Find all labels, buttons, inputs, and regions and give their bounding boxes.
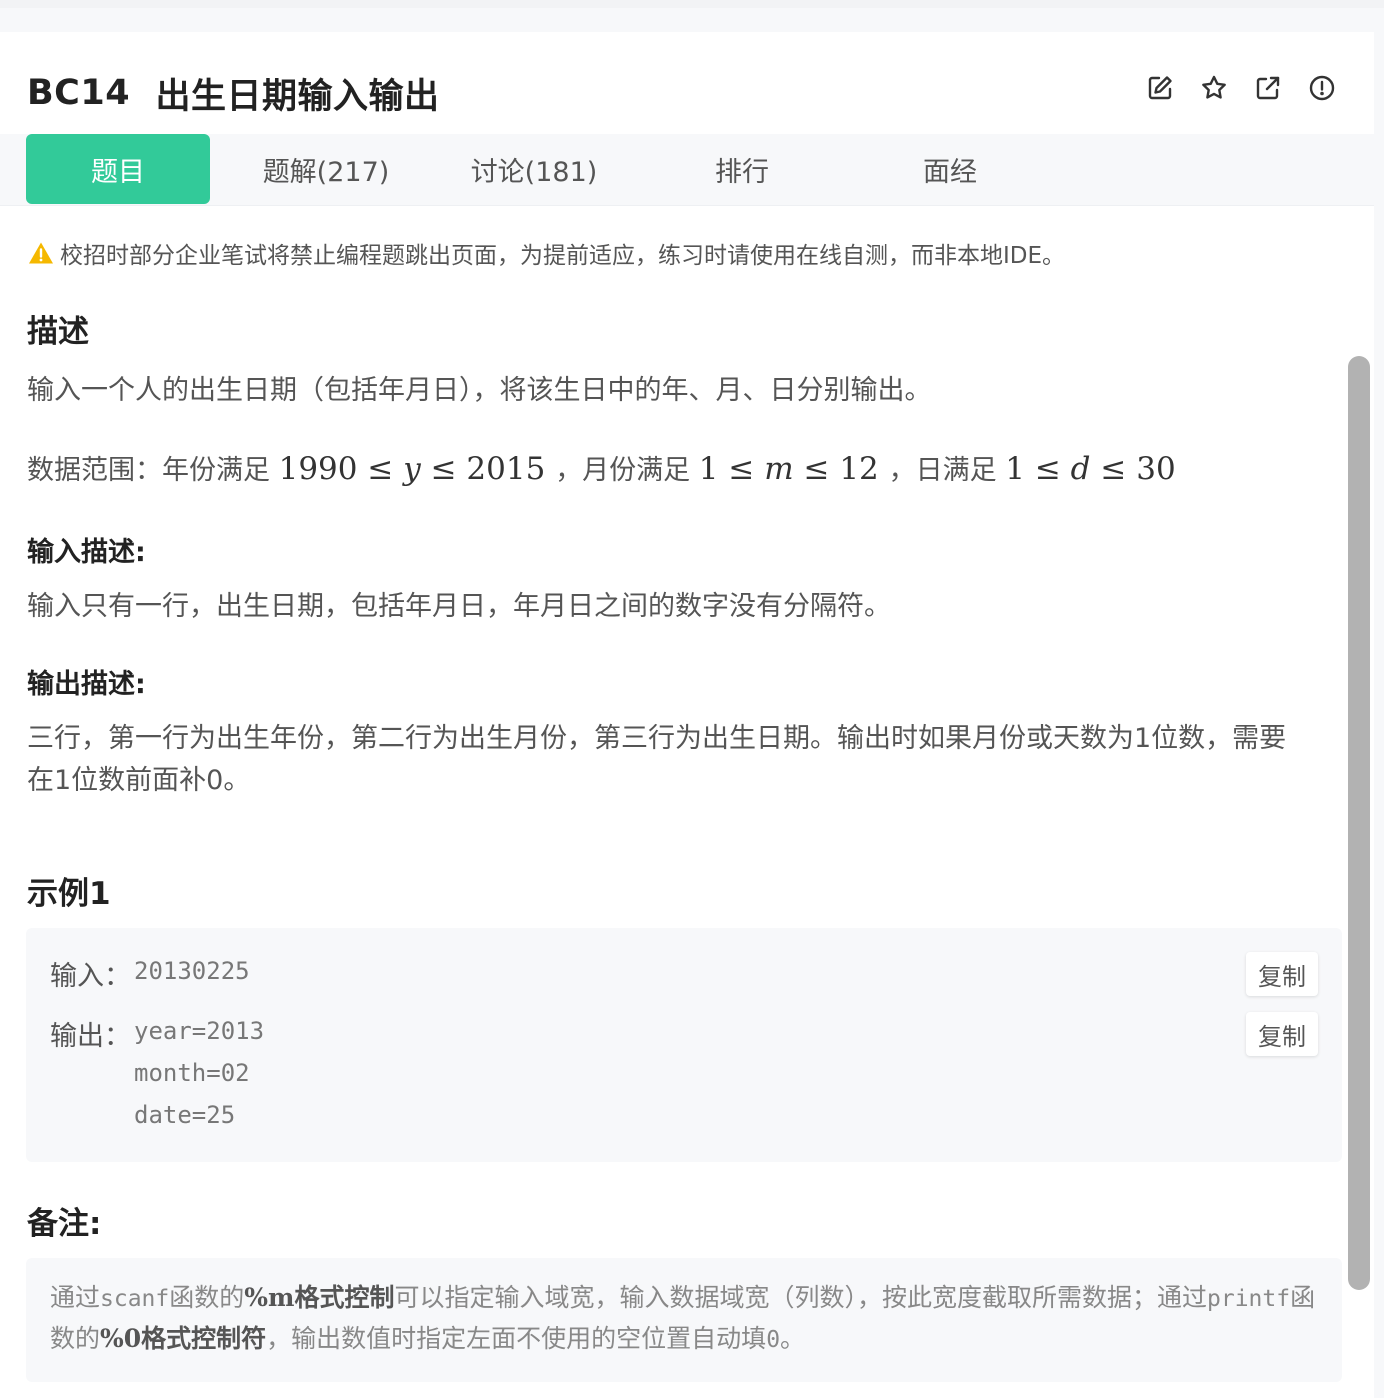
example-heading: 示例1 xyxy=(27,876,111,912)
input-desc-text: 输入只有一行，出生日期，包括年月日，年月日之间的数字没有分隔符。 xyxy=(27,591,891,622)
tab-ranking[interactable]: 排行 xyxy=(650,134,834,204)
edit-icon[interactable] xyxy=(1146,74,1174,102)
report-icon[interactable] xyxy=(1308,74,1336,102)
tab-problem[interactable]: 题目 xyxy=(26,134,210,204)
input-desc-heading: 输入描述: xyxy=(27,537,146,568)
problem-code: BC14 xyxy=(27,73,131,113)
example-input-value[interactable]: 20130225 xyxy=(134,950,250,992)
external-link-icon[interactable] xyxy=(1254,74,1282,102)
tab-discussion[interactable]: 讨论(181) xyxy=(442,134,626,204)
problem-card: BC14 出生日期输入输出 题目 题解(217) 讨论(181) 排行 面经 校… xyxy=(0,32,1374,1398)
remark-heading: 备注: xyxy=(27,1206,102,1242)
description-text: 输入一个人的出生日期（包括年月日），将该生日中的年、月、日分别输出。 xyxy=(27,375,932,406)
example-output-line[interactable]: year=2013 xyxy=(134,1010,264,1052)
tab-bar: 题目 题解(217) 讨论(181) 排行 面经 xyxy=(0,134,1374,206)
example-output-label: 输出： xyxy=(50,1021,131,1052)
range-day: 1 ≤ d ≤ 30 xyxy=(1005,451,1176,487)
star-icon[interactable] xyxy=(1200,74,1228,102)
remark-box: 通过scanf函数的%m格式控制可以指定输入域宽，输入数据域宽（列数），按此宽度… xyxy=(26,1258,1342,1382)
range-year: 1990 ≤ y ≤ 2015 xyxy=(278,451,546,487)
copy-output-button[interactable]: 复制 xyxy=(1246,1012,1318,1056)
header-actions xyxy=(1146,74,1336,102)
notice-banner: 校招时部分企业笔试将禁止编程题跳出页面，为提前适应，练习时请使用在线自测，而非本… xyxy=(28,236,1065,270)
top-strip xyxy=(0,0,1384,8)
example-output-line[interactable]: month=02 xyxy=(134,1052,250,1094)
example-box: 输入： 20130225 复制 输出： year=2013 month=02 d… xyxy=(26,928,1342,1162)
notice-text: 校招时部分企业笔试将禁止编程题跳出页面，为提前适应，练习时请使用在线自测，而非本… xyxy=(60,243,1066,269)
warning-icon xyxy=(29,242,53,264)
description-heading: 描述 xyxy=(27,314,89,350)
tab-interview[interactable]: 面经 xyxy=(858,134,1042,204)
range-month: 1 ≤ m ≤ 12 xyxy=(698,451,879,487)
example-output-line[interactable]: date=25 xyxy=(134,1094,235,1136)
page-title: BC14 出生日期输入输出 xyxy=(27,70,440,117)
tab-solutions[interactable]: 题解(217) xyxy=(234,134,418,204)
scrollbar-thumb[interactable] xyxy=(1348,356,1370,1290)
copy-input-button[interactable]: 复制 xyxy=(1246,952,1318,996)
output-desc-line1: 三行，第一行为出生年份，第二行为出生月份，第三行为出生日期。输出时如果月份或天数… xyxy=(27,723,1287,754)
problem-name: 出生日期输入输出 xyxy=(155,76,440,117)
output-desc-line2: 在1位数前面补0。 xyxy=(27,765,251,796)
output-desc-heading: 输出描述: xyxy=(27,669,146,700)
example-input-label: 输入： xyxy=(50,961,131,992)
data-range: 数据范围：年份满足 1990 ≤ y ≤ 2015 ，月份满足 1 ≤ m ≤ … xyxy=(27,451,1176,487)
